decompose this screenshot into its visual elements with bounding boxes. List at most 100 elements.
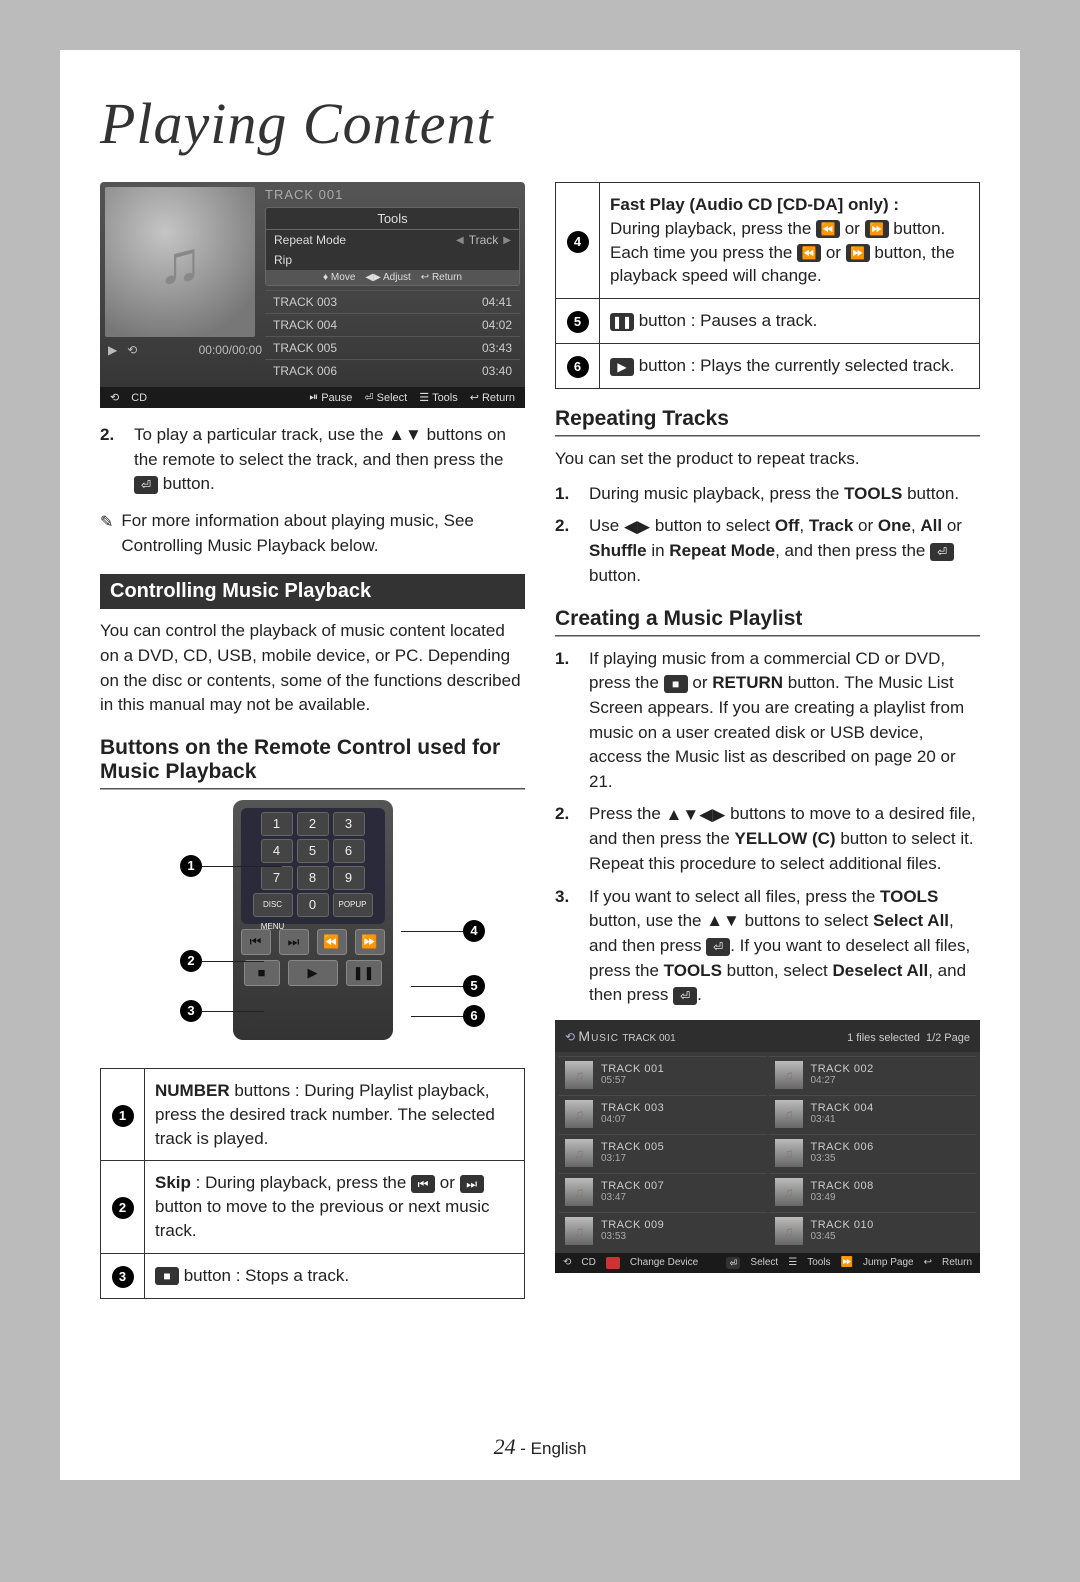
play-icon: ▶: [288, 960, 338, 986]
num-1: 1: [261, 812, 293, 836]
rs2-f: or: [942, 516, 962, 535]
pencil-icon: ✎: [100, 511, 113, 558]
track-row[interactable]: TRACK 00304:41: [265, 290, 520, 313]
callout-2: 2: [180, 950, 202, 972]
rs1-n: 1.: [555, 482, 577, 507]
ffwd-small-icon: ⏩: [865, 220, 889, 238]
callout-5: 5: [463, 975, 485, 997]
playlist-step-3: 3. If you want to select all files, pres…: [555, 885, 980, 1008]
ps1-bold: RETURN: [712, 673, 783, 692]
music-item[interactable]: ♫TRACK 00803:49: [769, 1173, 977, 1210]
rrow4-e: or: [821, 243, 846, 262]
rs2-c: ,: [799, 516, 808, 535]
skip-prev-small-icon: ⏮: [411, 1175, 435, 1193]
timer: 00:00/00:00: [199, 343, 262, 357]
album-art: ♫: [105, 187, 255, 337]
stop-small-icon: ■: [155, 1267, 179, 1285]
skip-next-small-icon: ⏭: [460, 1175, 484, 1193]
row2-text: : During playback, press the ⏮ or ⏭ butt…: [155, 1173, 490, 1240]
stop-icon: ■: [244, 960, 280, 986]
enter-icon-2: ⏎: [930, 543, 954, 561]
track-row[interactable]: TRACK 00404:02: [265, 313, 520, 336]
ps3-n: 3.: [555, 885, 577, 1008]
step-number: 2.: [100, 423, 122, 497]
bb-select: Select: [377, 392, 408, 404]
num-0: 0: [297, 893, 329, 917]
track-list: TRACK 00304:41TRACK 00404:02TRACK 00503:…: [265, 290, 520, 382]
control-table-left: 1 NUMBER buttons : During Playlist playb…: [100, 1068, 525, 1299]
rs2-b2: Track: [809, 516, 853, 535]
mw-page: 1/2 Page: [926, 1032, 970, 1044]
music-item[interactable]: ♫TRACK 01003:45: [769, 1212, 977, 1249]
rs2-b4: All: [920, 516, 942, 535]
num-2: 2: [297, 812, 329, 836]
callout-1: 1: [180, 855, 202, 877]
mw-return: Return: [942, 1257, 972, 1268]
num-3: 3: [333, 812, 365, 836]
music-item[interactable]: ♫TRACK 00503:17: [559, 1134, 767, 1171]
mw-select: Select: [750, 1257, 778, 1268]
rs2-h: , and then press the: [775, 541, 930, 560]
page-title: Playing Content: [100, 90, 980, 157]
row2-num: 2: [112, 1197, 134, 1219]
mw-head-track: TRACK 001: [622, 1033, 675, 1044]
control-table-right: 4 Fast Play (Audio CD [CD-DA] only) : Du…: [555, 182, 980, 389]
stop-small-icon-2: ■: [664, 675, 688, 693]
row2-bold: Skip: [155, 1173, 191, 1192]
skip-next-icon: ⏭: [279, 929, 309, 955]
repeat-step-1: 1. During music playback, press the TOOL…: [555, 482, 980, 507]
mw-jump: Jump Page: [863, 1257, 914, 1268]
ps3-b3: TOOLS: [664, 961, 722, 980]
chevron-right-icon[interactable]: ▶: [503, 235, 511, 246]
music-list-panel: ⟲ Music TRACK 001 1 files selected 1/2 P…: [555, 1020, 980, 1273]
disc-icon: ⟲: [127, 343, 137, 357]
ps3-b2: Select All: [873, 911, 949, 930]
enter-icon: ⏎: [134, 476, 158, 494]
up-down-triangle-icon-2: ▲▼: [706, 909, 740, 934]
rs2-e: ,: [911, 516, 920, 535]
mw-footer: ⟲CD Change Device ⏎Select ☰Tools ⏩Jump P…: [555, 1253, 980, 1273]
rs2-b1: Off: [775, 516, 800, 535]
remote-illustration: 123 456 789 DISC MENU0POPUP ⏮⏭⏪⏩ ■▶❚❚ 1 …: [100, 800, 525, 1050]
callout-3: 3: [180, 1000, 202, 1022]
skip-prev-icon: ⏮: [241, 929, 271, 955]
page-footer: 24 - English: [60, 1434, 1020, 1460]
rrow6-text: button : Plays the currently selected tr…: [634, 356, 954, 375]
track-row[interactable]: TRACK 00503:43: [265, 336, 520, 359]
rs2-g: in: [647, 541, 670, 560]
track-row[interactable]: TRACK 00603:40: [265, 359, 520, 382]
play-small-icon: ▶: [610, 358, 634, 376]
music-item[interactable]: ♫TRACK 00304:07: [559, 1095, 767, 1132]
row3-text: button : Stops a track.: [179, 1266, 349, 1285]
playlist-step-2: 2. Press the ▲▼◀▶ buttons to move to a d…: [555, 802, 980, 876]
page-number: 24: [494, 1434, 516, 1459]
bb-tools: Tools: [432, 392, 458, 404]
bb-return: Return: [482, 392, 515, 404]
cd-player-panel: ♫ ▶ ⟲ 00:00/00:00 TRACK 001 Tools Repeat: [100, 182, 525, 408]
num-4: 4: [261, 839, 293, 863]
music-item[interactable]: ♫TRACK 00105:57: [559, 1056, 767, 1093]
rewind-icon: ⏪: [317, 929, 347, 955]
music-item[interactable]: ♫TRACK 00204:27: [769, 1056, 977, 1093]
step-2: 2. To play a particular track, use the ▲…: [100, 423, 525, 497]
ps1-n: 1.: [555, 647, 577, 795]
music-item[interactable]: ♫TRACK 00603:35: [769, 1134, 977, 1171]
music-item[interactable]: ♫TRACK 00403:41: [769, 1095, 977, 1132]
rip-label: Rip: [274, 253, 292, 267]
music-note-icon: ♫: [158, 228, 203, 297]
callout-4: 4: [463, 920, 485, 942]
mw-files: 1 files selected: [847, 1032, 920, 1044]
tools-panel: Tools Repeat Mode ◀Track▶ Rip ♦ Move ◀▶ …: [265, 207, 520, 286]
music-item[interactable]: ♫TRACK 00903:53: [559, 1212, 767, 1249]
dir-triangle-icon: ▲▼◀▶: [666, 803, 726, 828]
chevron-left-icon[interactable]: ◀: [456, 235, 464, 246]
music-item[interactable]: ♫TRACK 00703:47: [559, 1173, 767, 1210]
enter-icon-3: ⏎: [706, 938, 730, 956]
rrow4-d: Each time you press the: [610, 243, 797, 262]
bb-pause: Pause: [321, 392, 352, 404]
num-7: 7: [261, 866, 293, 890]
pause-icon: ❚❚: [346, 960, 382, 986]
rrow4-c: button.: [889, 219, 946, 238]
mw-tools: Tools: [807, 1257, 830, 1268]
rs1-b: button.: [902, 484, 959, 503]
